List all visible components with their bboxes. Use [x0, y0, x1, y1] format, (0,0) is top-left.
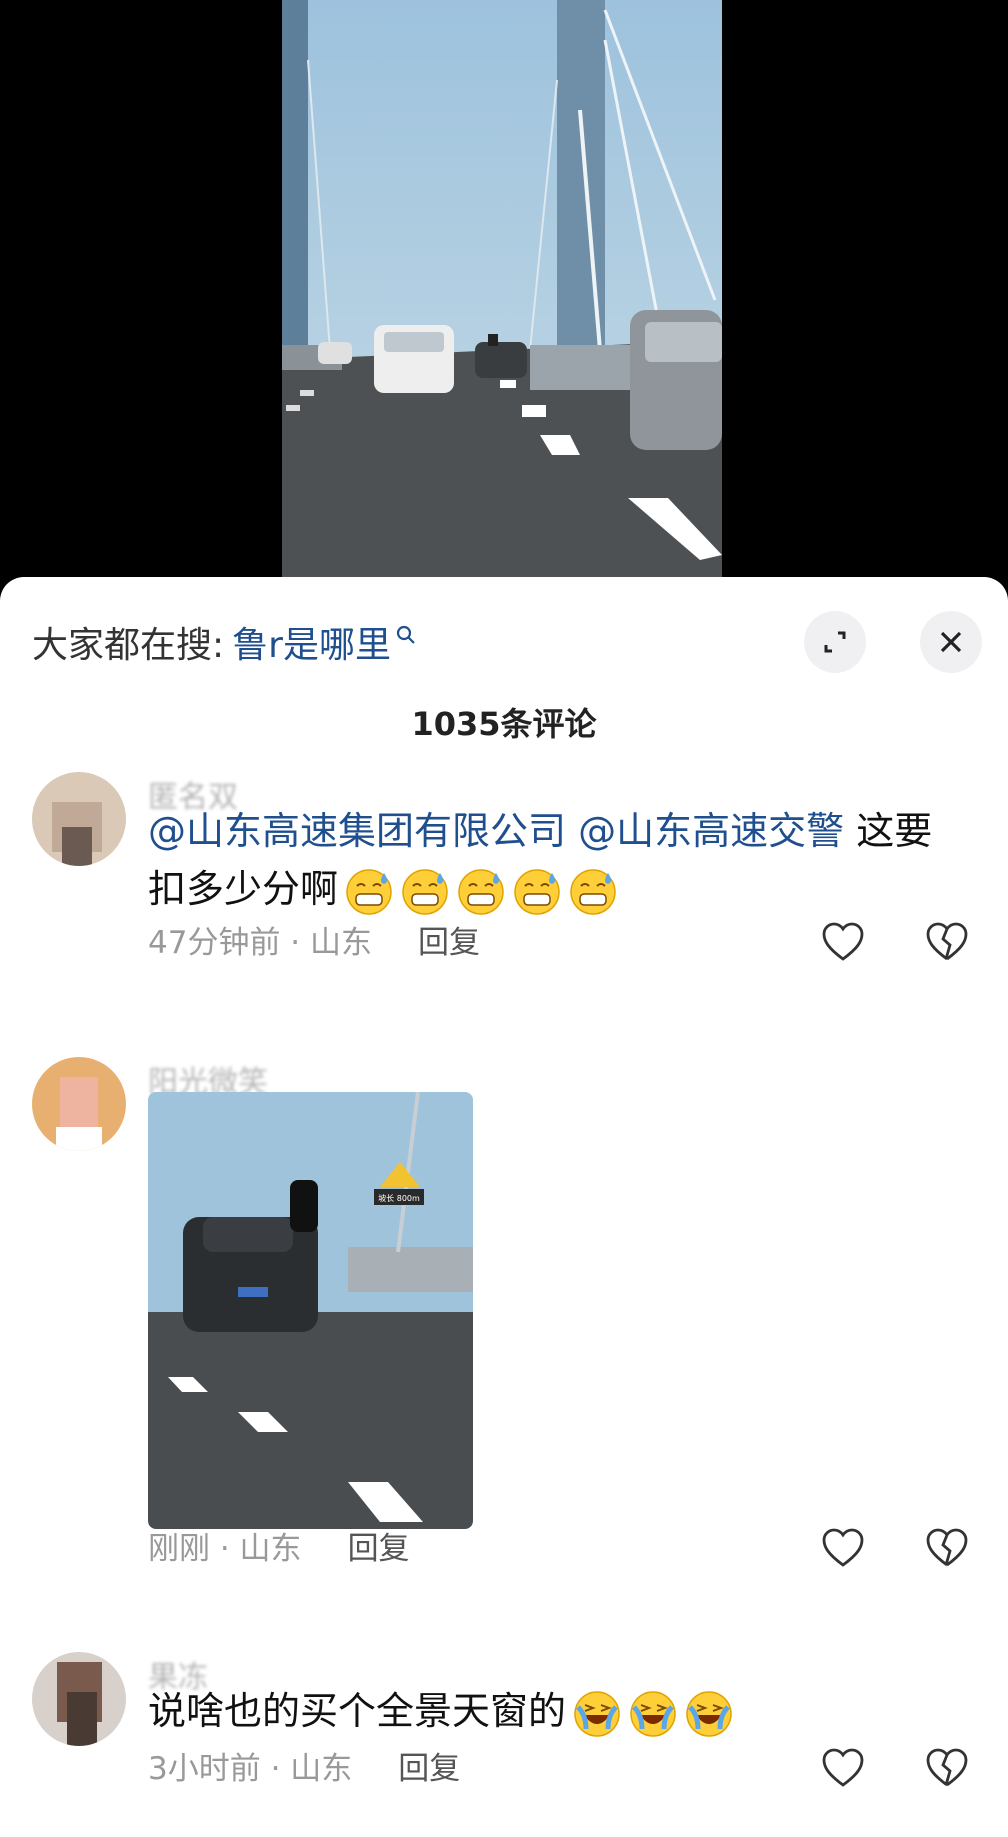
- car-photo: 坡长 800m: [148, 1092, 473, 1529]
- cold-sweat-grin-emoji: [402, 868, 448, 915]
- avatar-image: [32, 1057, 126, 1151]
- close-button[interactable]: [920, 611, 982, 673]
- reply-button[interactable]: 回复: [398, 1743, 460, 1788]
- emoji-group: [566, 1689, 734, 1737]
- video-player[interactable]: [0, 0, 1008, 590]
- mention-link[interactable]: @山东高速集团有限公司: [148, 809, 566, 853]
- emoji-group: [338, 867, 618, 915]
- comment-text: @山东高速集团有限公司 @山东高速交警 这要扣多少分啊: [148, 802, 968, 918]
- avatar[interactable]: [32, 1652, 126, 1746]
- search-suggestion[interactable]: 大家都在搜: 鲁r是哪里: [32, 617, 417, 667]
- reply-button[interactable]: 回复: [418, 917, 480, 962]
- broken-heart-icon[interactable]: [924, 1745, 970, 1791]
- avatar[interactable]: [32, 772, 126, 866]
- cold-sweat-grin-emoji: [514, 868, 560, 915]
- comment-body: 说啥也的买个全景天窗的: [148, 1689, 567, 1733]
- slope-sign-text: 坡长 800m: [378, 1193, 420, 1203]
- search-term[interactable]: 鲁r是哪里: [232, 616, 391, 668]
- loudly-crying-laughing-emoji: [686, 1690, 732, 1737]
- cold-sweat-grin-emoji: [570, 868, 616, 915]
- comment-image[interactable]: 坡长 800m: [148, 1092, 473, 1529]
- heart-icon[interactable]: [820, 1525, 866, 1571]
- comment-meta: 3小时前 · 山东 回复: [148, 1743, 460, 1788]
- comment-meta: 47分钟前 · 山东 回复: [148, 917, 480, 962]
- video-frame: [282, 0, 722, 590]
- comment-time: 3小时前 · 山东: [148, 1751, 353, 1787]
- avatar-image: [32, 772, 126, 866]
- loudly-crying-laughing-emoji: [630, 1690, 676, 1737]
- comment-count: 1035条评论: [411, 705, 597, 743]
- heart-icon[interactable]: [820, 919, 866, 965]
- loudly-crying-laughing-emoji: [574, 1690, 620, 1737]
- search-icon[interactable]: [395, 624, 417, 646]
- comment-sheet: 大家都在搜: 鲁r是哪里 1035条评论 匿名双 @山东高速集团有限公司 @山东…: [0, 577, 1008, 1837]
- cold-sweat-grin-emoji: [458, 868, 504, 915]
- comment-time: 47分钟前 · 山东: [148, 925, 373, 961]
- search-prefix: 大家都在搜:: [32, 625, 225, 666]
- broken-heart-icon[interactable]: [924, 1525, 970, 1571]
- avatar-image: [32, 1652, 126, 1746]
- reply-button[interactable]: 回复: [348, 1523, 410, 1568]
- broken-heart-icon[interactable]: [924, 919, 970, 965]
- expand-icon: [824, 631, 846, 653]
- cold-sweat-grin-emoji: [346, 868, 392, 915]
- expand-button[interactable]: [804, 611, 866, 673]
- comment-meta: 刚刚 · 山东 回复: [148, 1523, 410, 1568]
- heart-icon[interactable]: [820, 1745, 866, 1791]
- avatar[interactable]: [32, 1057, 126, 1151]
- mention-link[interactable]: @山东高速交警: [578, 809, 844, 853]
- comment-text: 说啥也的买个全景天窗的: [148, 1682, 968, 1740]
- close-icon: [940, 631, 962, 653]
- comment-time: 刚刚 · 山东: [148, 1531, 302, 1567]
